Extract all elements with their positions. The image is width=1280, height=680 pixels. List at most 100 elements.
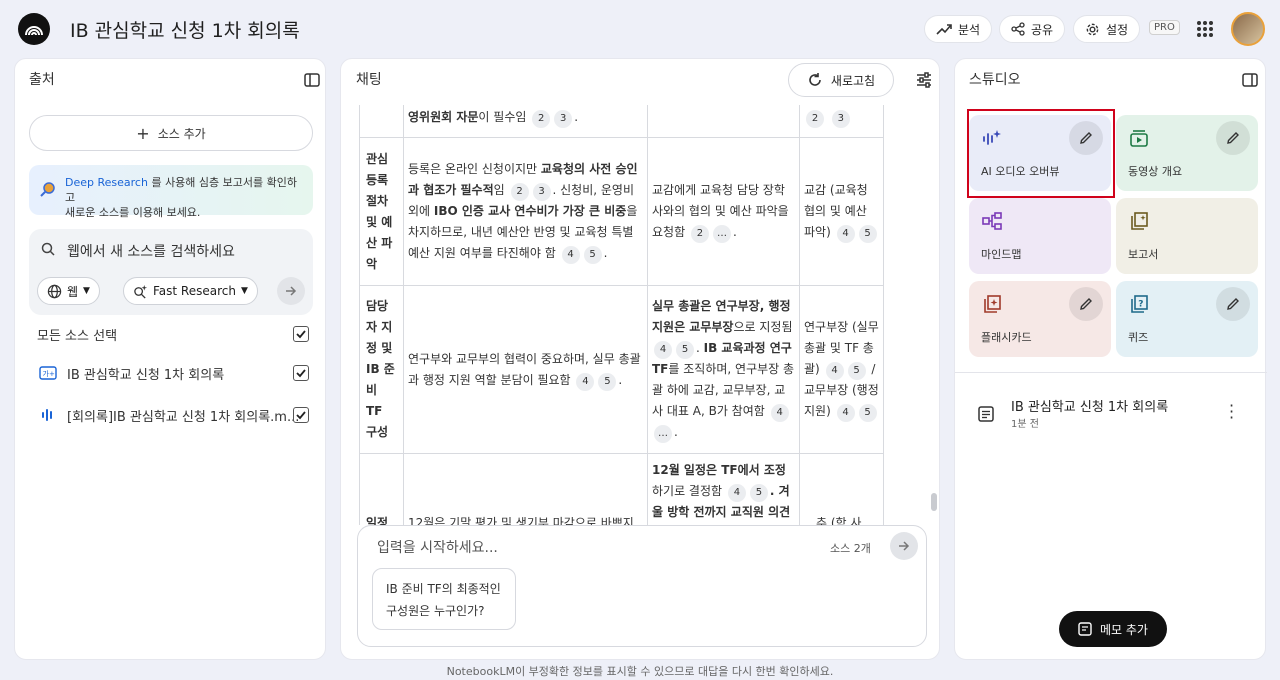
report-tile[interactable]: 보고서: [1116, 198, 1258, 274]
table-cell: 영위원회 자문이 필수임 23.: [403, 105, 648, 138]
citation-badge[interactable]: 5: [847, 362, 866, 380]
edit-button[interactable]: [1069, 287, 1103, 321]
globe-icon: [47, 284, 62, 298]
source-checkbox[interactable]: [293, 365, 309, 381]
citation-badge[interactable]: 5: [676, 341, 694, 359]
citation-badge[interactable]: 2: [690, 225, 709, 243]
citation-badge[interactable]: …: [712, 225, 731, 243]
share-label: 공유: [1031, 22, 1054, 37]
web-search-input[interactable]: 웹에서 새 소스를 검색하세요: [67, 241, 235, 261]
citation-badge[interactable]: 5: [749, 484, 768, 502]
add-memo-button[interactable]: 메모 추가: [1059, 611, 1167, 647]
citation-badge[interactable]: 3: [831, 110, 850, 128]
note-item[interactable]: IB 관심학교 신청 1차 회의록 1분 전 · · ·: [975, 393, 1255, 433]
table-row: 관심 등록 절차 및 예산 파악 등록은 온라인 신청이지만 교육청의 사전 승…: [359, 137, 884, 286]
pencil-icon: [1227, 298, 1239, 310]
chat-scrollbar[interactable]: [931, 493, 937, 511]
top-bar: IB 관심학교 신청 1차 회의록 분석 공유 설정 PRO: [0, 0, 1280, 58]
collapse-panel-icon[interactable]: [1241, 71, 1259, 89]
table-cell: 실무 총괄은 연구부장, 행정 지원은 교무부장으로 지정됨 45. IB 교육…: [647, 285, 800, 454]
citation-badge[interactable]: 3: [554, 110, 573, 128]
web-search-box: 웹에서 새 소스를 검색하세요 웹 ▼ Fast Research ▼: [29, 229, 313, 315]
citation-badge[interactable]: 4: [836, 225, 855, 243]
share-button[interactable]: 공유: [999, 15, 1066, 43]
table-row: 영위원회 자문이 필수임 23. 2 3: [359, 105, 884, 138]
arrow-right-icon: [899, 541, 910, 551]
select-all-checkbox[interactable]: [293, 326, 309, 342]
cell-bold-text: IBO 인증 교사 연수비가 가장 큰 비중: [433, 204, 627, 218]
table-cell: [359, 105, 404, 138]
edit-button[interactable]: [1216, 287, 1250, 321]
chat-messages[interactable]: 영위원회 자문이 필수임 23. 2 3 관심 등록 절차 및 예산 파악 등록…: [359, 105, 889, 525]
quiz-icon: ?: [1131, 295, 1148, 313]
search-submit-button[interactable]: [277, 277, 305, 305]
analyze-button[interactable]: 분석: [924, 15, 993, 43]
flashcard-tile[interactable]: 플래시카드: [969, 281, 1111, 357]
citation-badge[interactable]: 4: [561, 246, 580, 264]
search-icon: [41, 242, 55, 256]
cell-bold-text: 영위원회 자문: [408, 110, 479, 124]
disclaimer-footer: NotebookLM이 부정확한 정보를 표시할 수 있으므로 대답을 다시 한…: [446, 665, 834, 678]
citation-badge[interactable]: 4: [654, 341, 672, 359]
analyze-label: 분석: [958, 22, 981, 37]
select-all-row[interactable]: 모든 소스 선택: [37, 323, 309, 345]
citation-badge[interactable]: 5: [598, 372, 617, 391]
citation-badge[interactable]: 4: [770, 404, 789, 422]
source-checkbox[interactable]: [293, 407, 309, 423]
gear-icon: [1086, 23, 1099, 35]
table-cell: 연구부와 교무부의 협력이 중요하며, 실무 총괄과 행정 지원 역할 분담이 …: [403, 285, 648, 454]
deep-research-link[interactable]: Deep Research: [65, 176, 148, 189]
sources-panel: 출처 + 소스 추가 Deep Research 를 사용해 심층 보고서를 확…: [14, 58, 326, 660]
add-memo-label: 메모 추가: [1100, 622, 1148, 637]
cell-bold-text: 12월 일정은 TF에서 조정: [652, 463, 786, 477]
citation-badge[interactable]: 2: [806, 110, 824, 128]
user-avatar[interactable]: [1231, 12, 1265, 46]
table-cell: 12월 일정은 TF에서 조정하기로 결정함 45. 겨울 방학 전까지 교직원…: [647, 453, 800, 525]
citation-badge[interactable]: 4: [836, 404, 855, 422]
citation-badge[interactable]: 3: [532, 183, 551, 201]
apps-grid-icon[interactable]: [1195, 19, 1215, 39]
edit-button[interactable]: [1216, 121, 1250, 155]
refresh-button[interactable]: 새로고침: [788, 63, 894, 97]
web-dropdown[interactable]: 웹 ▼: [37, 277, 100, 305]
citation-badge[interactable]: 2: [532, 110, 551, 128]
add-source-button[interactable]: + 소스 추가: [29, 115, 313, 151]
chat-input[interactable]: 입력을 시작하세요...: [377, 537, 498, 557]
deep-research-banner[interactable]: Deep Research 를 사용해 심층 보고서를 확인하고 새로운 소스를…: [29, 165, 313, 219]
chevron-down-icon: ▼: [83, 286, 90, 296]
citation-badge[interactable]: 5: [583, 246, 602, 264]
citation-badge[interactable]: …: [654, 425, 672, 443]
deep-research-text-b: 새로운 소스를 이용해 보세요.: [65, 206, 201, 219]
chat-settings-icon[interactable]: [915, 71, 933, 89]
citation-badge[interactable]: 2: [510, 183, 529, 201]
citation-badge[interactable]: 5: [858, 404, 877, 422]
table-cell: 2 3: [799, 105, 884, 138]
research-mode-dropdown[interactable]: Fast Research ▼: [123, 277, 258, 305]
cell-text: 이 필수임: [478, 110, 527, 124]
cell-text: 임: [493, 183, 505, 197]
citation-badge[interactable]: 5: [858, 225, 877, 243]
collapse-panel-icon[interactable]: [303, 71, 321, 89]
audio-file-icon: [42, 409, 52, 421]
suggested-question[interactable]: IB 준비 TF의 최종적인 구성원은 누구인가?: [372, 568, 516, 630]
video-overview-tile[interactable]: 동영상 개요: [1116, 115, 1258, 191]
report-icon: [1131, 212, 1148, 230]
magnifier-icon: [40, 182, 55, 197]
search-sparkle-icon: [134, 284, 148, 299]
svg-text:가+: 가+: [43, 369, 55, 378]
quiz-tile[interactable]: ? 퀴즈: [1116, 281, 1258, 357]
table-cell: …추 (학 사: [799, 453, 884, 525]
citation-badge[interactable]: 4: [576, 372, 595, 391]
table-row: 담당자 지정 및 IB 준비 TF 구성 연구부와 교무부의 협력이 중요하며,…: [359, 285, 884, 454]
source-item[interactable]: [회의록]IB 관심학교 신청 1차 회의록.m...: [37, 404, 309, 426]
mindmap-tile[interactable]: 마인드맵: [969, 198, 1111, 274]
source-item[interactable]: 가+ IB 관심학교 신청 1차 회의록: [37, 362, 309, 384]
send-button[interactable]: [890, 532, 918, 560]
table-row: 일정 12월은 기말 평가 및 생기부 마감으로 바쁘지 12월 일정은 TF에…: [359, 453, 884, 525]
settings-button[interactable]: 설정: [1073, 15, 1141, 43]
notebooklm-logo-icon[interactable]: [18, 13, 50, 45]
citation-badge[interactable]: 4: [727, 484, 746, 502]
notebook-title[interactable]: IB 관심학교 신청 1차 회의록: [70, 16, 300, 43]
more-vert-icon[interactable]: · · ·: [1229, 398, 1234, 426]
citation-badge[interactable]: 4: [825, 362, 844, 380]
